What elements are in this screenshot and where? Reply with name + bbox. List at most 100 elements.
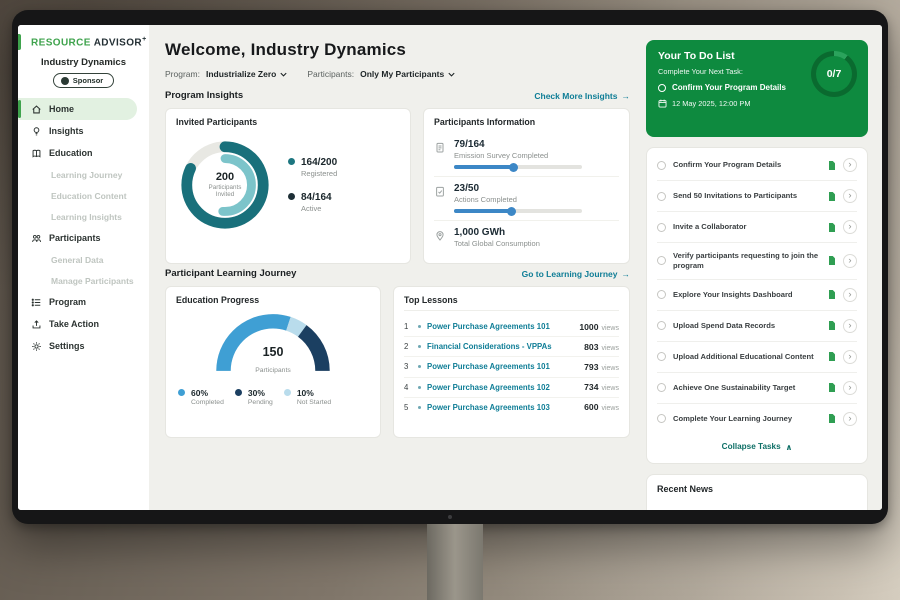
task-doc-icon	[828, 223, 836, 232]
task-row-achieve-target[interactable]: Achieve One Sustainability Target ›	[657, 373, 857, 404]
clipboard-icon	[434, 141, 446, 154]
sidebar-item-label: Education	[49, 148, 93, 158]
views-count: 803	[584, 342, 598, 352]
sponsor-badge-label: Sponsor	[73, 76, 103, 85]
task-checkbox[interactable]	[658, 84, 666, 92]
legend-dot	[288, 158, 295, 165]
task-checkbox[interactable]	[657, 414, 666, 423]
task-chevron-button[interactable]: ›	[843, 158, 857, 172]
participants-select-value: Only My Participants	[360, 69, 444, 79]
lesson-link[interactable]: Power Purchase Agreements 103	[427, 403, 578, 412]
recent-news-card: Recent News	[646, 474, 868, 510]
list-icon	[31, 297, 42, 308]
task-row-explore-insights[interactable]: Explore Your Insights Dashboard ›	[657, 280, 857, 311]
invited-participants-card: Invited Participants 200	[165, 108, 411, 264]
sidebar-item-home[interactable]: Home	[18, 98, 137, 120]
task-row-verify-participants[interactable]: Verify participants requesting to join t…	[657, 243, 857, 280]
collapse-label: Collapse Tasks	[722, 442, 781, 451]
logo-accent-bar	[18, 34, 21, 50]
sidebar-item-general-data[interactable]: General Data	[18, 249, 149, 270]
sidebar-item-label: Manage Participants	[51, 276, 134, 286]
sidebar-item-settings[interactable]: Settings	[18, 335, 149, 357]
tasks-list-card: Confirm Your Program Details › Send 50 I…	[646, 147, 868, 464]
arrow-right-icon: →	[622, 269, 631, 279]
participants-information-card: Participants Information 79/164 Emission…	[423, 108, 630, 264]
check-more-insights-link[interactable]: Check More Insights →	[534, 91, 630, 101]
task-doc-icon	[828, 161, 836, 170]
sponsor-badge: Sponsor	[53, 73, 114, 88]
go-to-learning-journey-link[interactable]: Go to Learning Journey →	[522, 269, 630, 279]
task-chevron-button[interactable]: ›	[843, 288, 857, 302]
book-icon	[31, 148, 42, 159]
sidebar-item-education[interactable]: Education	[18, 142, 149, 164]
participants-label: Participants:	[307, 69, 354, 79]
task-row-confirm-program[interactable]: Confirm Your Program Details ›	[657, 150, 857, 181]
background-wall: RESOURCE ADVISOR+ Industry Dynamics Spon…	[0, 0, 900, 600]
task-row-complete-learning-journey[interactable]: Complete Your Learning Journey ›	[657, 404, 857, 434]
task-row-upload-educational-content[interactable]: Upload Additional Educational Content ›	[657, 342, 857, 373]
sidebar-item-take-action[interactable]: Take Action	[18, 313, 149, 335]
task-chevron-button[interactable]: ›	[843, 220, 857, 234]
sidebar: RESOURCE ADVISOR+ Industry Dynamics Spon…	[18, 25, 149, 510]
sidebar-item-learning-insights[interactable]: Learning Insights	[18, 206, 149, 227]
lesson-rank: 4	[404, 383, 412, 392]
lesson-bullet	[418, 386, 421, 389]
todo-list-card: Your To Do List Complete Your Next Task:…	[646, 40, 868, 137]
lesson-row: 2 Financial Considerations - VPPAs 803vi…	[404, 337, 619, 357]
participants-select[interactable]: Only My Participants	[360, 69, 455, 79]
lesson-link[interactable]: Power Purchase Agreements 102	[427, 383, 578, 392]
sidebar-item-manage-participants[interactable]: Manage Participants	[18, 270, 149, 291]
task-doc-icon	[828, 352, 836, 361]
sidebar-item-program[interactable]: Program	[18, 291, 149, 313]
chevron-up-icon: ∧	[786, 442, 793, 452]
org-name: Industry Dynamics	[18, 57, 149, 68]
task-checkbox[interactable]	[657, 256, 666, 265]
lesson-row: 3 Power Purchase Agreements 101 793views	[404, 357, 619, 377]
task-checkbox[interactable]	[657, 352, 666, 361]
task-checkbox[interactable]	[657, 290, 666, 299]
sidebar-item-insights[interactable]: Insights	[18, 120, 149, 142]
task-chevron-button[interactable]: ›	[843, 189, 857, 203]
lesson-row: 4 Power Purchase Agreements 102 734views	[404, 378, 619, 398]
chevron-down-icon	[448, 72, 455, 77]
education-progress-card: Education Progress 150 Participants	[165, 286, 381, 438]
sponsor-icon	[61, 77, 69, 85]
task-chevron-button[interactable]: ›	[843, 319, 857, 333]
sidebar-item-participants[interactable]: Participants	[18, 227, 149, 249]
task-checkbox[interactable]	[657, 192, 666, 201]
program-insights-header: Program Insights Check More Insights →	[165, 90, 630, 101]
task-row-upload-spend-data[interactable]: Upload Spend Data Records ›	[657, 311, 857, 342]
task-row-send-invitations[interactable]: Send 50 Invitations to Participants ›	[657, 181, 857, 212]
card-title: Participants Information	[434, 117, 619, 127]
sidebar-item-label: Insights	[49, 126, 84, 136]
map-pin-icon	[434, 229, 446, 242]
task-chevron-button[interactable]: ›	[843, 254, 857, 268]
task-chevron-button[interactable]: ›	[843, 381, 857, 395]
task-checkbox[interactable]	[657, 321, 666, 330]
sidebar-item-learning-journey[interactable]: Learning Journey	[18, 164, 149, 185]
recent-news-title: Recent News	[657, 484, 857, 494]
app-window: RESOURCE ADVISOR+ Industry Dynamics Spon…	[18, 25, 882, 510]
people-icon	[31, 233, 42, 244]
monitor-stand	[427, 524, 483, 600]
lesson-link[interactable]: Financial Considerations - VPPAs	[427, 342, 578, 351]
sidebar-item-education-content[interactable]: Education Content	[18, 185, 149, 206]
lesson-rank: 1	[404, 322, 412, 331]
task-chevron-button[interactable]: ›	[843, 350, 857, 364]
collapse-tasks-button[interactable]: Collapse Tasks ∧	[657, 434, 857, 461]
task-checkbox[interactable]	[657, 383, 666, 392]
main-content: Welcome, Industry Dynamics Program: Indu…	[149, 25, 642, 510]
program-select[interactable]: Industrialize Zero	[206, 69, 287, 79]
task-row-invite-collaborator[interactable]: Invite a Collaborator ›	[657, 212, 857, 243]
donut-center-label: 200 Participants Invited	[176, 136, 274, 234]
views-count: 793	[584, 362, 598, 372]
sidebar-item-label: Home	[49, 104, 74, 114]
chevron-down-icon	[280, 72, 287, 77]
sidebar-item-label: Learning Journey	[51, 170, 122, 180]
task-chevron-button[interactable]: ›	[843, 412, 857, 426]
lesson-link[interactable]: Power Purchase Agreements 101	[427, 322, 573, 331]
sidebar-item-label: Take Action	[49, 319, 99, 329]
task-checkbox[interactable]	[657, 161, 666, 170]
lesson-link[interactable]: Power Purchase Agreements 101	[427, 362, 578, 371]
task-checkbox[interactable]	[657, 223, 666, 232]
